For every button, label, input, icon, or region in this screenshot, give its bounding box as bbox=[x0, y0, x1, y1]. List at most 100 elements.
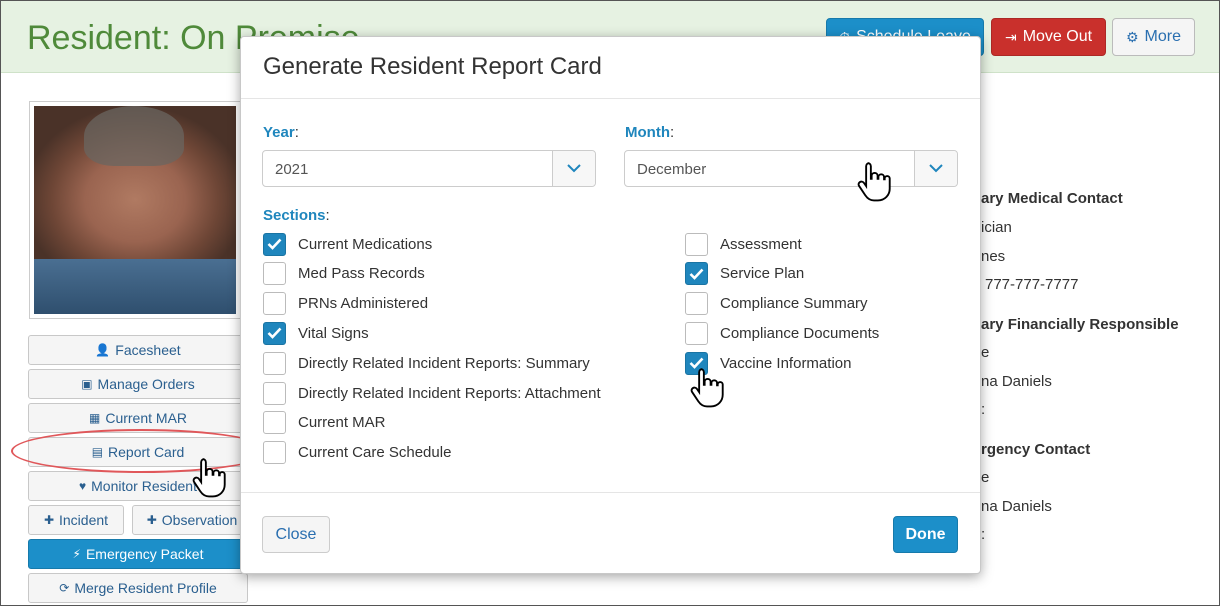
section-checkbox[interactable] bbox=[685, 321, 708, 345]
incident-button[interactable]: ✚ Incident bbox=[28, 505, 124, 535]
more-button[interactable]: ⚙ More bbox=[1112, 18, 1195, 56]
section-checkbox-label: Current MAR bbox=[298, 414, 386, 432]
hand-pointer-icon bbox=[857, 162, 891, 202]
current-mar-label: Current MAR bbox=[105, 410, 188, 426]
section-checkbox[interactable] bbox=[685, 232, 708, 256]
section-checkbox[interactable] bbox=[263, 232, 286, 256]
section-checkbox-label: Vital Signs bbox=[298, 324, 369, 342]
plus-icon: ✚ bbox=[146, 513, 157, 527]
section-checkbox-row[interactable]: Assessment bbox=[685, 231, 802, 257]
section-checkbox-label: Compliance Summary bbox=[720, 295, 868, 313]
hand-pointer-icon bbox=[192, 458, 226, 498]
section-checkbox-row[interactable]: Vital Signs bbox=[263, 320, 369, 346]
modal-footer: Close Done bbox=[241, 492, 980, 574]
sign-out-icon: ⇥ bbox=[1004, 29, 1017, 45]
report-card-highlight-oval bbox=[11, 429, 271, 473]
section-checkbox-row[interactable]: Service Plan bbox=[685, 261, 804, 287]
emergency-packet-button[interactable]: ⚡ Emergency Packet bbox=[28, 539, 248, 569]
resident-photo bbox=[29, 101, 241, 319]
section-checkbox-label: Med Pass Records bbox=[298, 265, 425, 283]
section-checkbox-row[interactable]: Compliance Documents bbox=[685, 320, 879, 346]
section-checkbox-row[interactable]: PRNs Administered bbox=[263, 291, 428, 317]
section-checkbox[interactable] bbox=[263, 351, 286, 375]
check-icon bbox=[267, 238, 282, 250]
observation-label: Observation bbox=[161, 512, 238, 528]
section-checkbox[interactable] bbox=[685, 292, 708, 316]
section-checkbox-label: Compliance Documents bbox=[720, 324, 880, 342]
section-checkbox-label: Vaccine Information bbox=[720, 354, 852, 372]
month-select[interactable]: December bbox=[624, 150, 958, 187]
primary-financially-responsible-heading: ary Financially Responsible bbox=[981, 316, 1179, 333]
section-checkbox-label: Directly Related Incident Reports: Attac… bbox=[298, 384, 601, 402]
calendar-icon: ▦ bbox=[88, 411, 101, 425]
primary-medical-contact-heading: ary Medical Contact bbox=[981, 190, 1123, 207]
gear-icon: ⚙ bbox=[1125, 29, 1139, 45]
check-icon bbox=[689, 268, 704, 280]
more-label: More bbox=[1144, 28, 1181, 45]
observation-button[interactable]: ✚ Observation bbox=[132, 505, 252, 535]
sections-label: Sections: bbox=[263, 207, 330, 224]
done-button[interactable]: Done bbox=[893, 516, 958, 553]
financial-name: na Daniels bbox=[981, 373, 1052, 390]
section-checkbox-label: PRNs Administered bbox=[298, 295, 429, 313]
monitor-resident-label: Monitor Resident bbox=[91, 478, 197, 494]
section-checkbox-row[interactable]: Directly Related Incident Reports: Summa… bbox=[263, 350, 590, 376]
merge-resident-profile-label: Merge Resident Profile bbox=[74, 580, 217, 596]
year-select[interactable]: 2021 bbox=[262, 150, 596, 187]
section-checkbox[interactable] bbox=[263, 381, 286, 405]
section-checkbox-label: Service Plan bbox=[720, 265, 805, 283]
merge-resident-profile-button[interactable]: ⟳ Merge Resident Profile bbox=[28, 573, 248, 603]
move-out-label: Move Out bbox=[1022, 28, 1093, 45]
section-checkbox-label: Current Medications bbox=[298, 235, 433, 253]
manage-orders-label: Manage Orders bbox=[97, 376, 195, 392]
report-card-modal: Generate Resident Report Card Year: 2021… bbox=[240, 36, 981, 574]
month-select-value: December bbox=[637, 161, 707, 178]
emergency-contact-heading: rgency Contact bbox=[981, 441, 1091, 458]
financial-extra: : bbox=[981, 401, 986, 418]
section-checkbox-label: Directly Related Incident Reports: Summa… bbox=[298, 354, 590, 372]
contact-name: nes bbox=[981, 248, 1006, 265]
section-checkbox-row[interactable]: Compliance Summary bbox=[685, 291, 868, 317]
bolt-icon: ⚡ bbox=[72, 547, 81, 561]
user-icon: 👤 bbox=[95, 343, 111, 357]
section-checkbox-row[interactable]: Current Care Schedule bbox=[263, 440, 451, 466]
section-checkbox[interactable] bbox=[263, 262, 286, 286]
close-button[interactable]: Close bbox=[262, 516, 330, 553]
chevron-down-icon[interactable] bbox=[914, 151, 957, 186]
hand-pointer-icon bbox=[690, 368, 724, 408]
section-checkbox-row[interactable]: Med Pass Records bbox=[263, 261, 425, 287]
emergency-relation: e bbox=[981, 469, 990, 486]
plus-icon: ✚ bbox=[43, 513, 54, 527]
emergency-name: na Daniels bbox=[981, 498, 1052, 515]
section-checkbox-row[interactable]: Current Medications bbox=[263, 231, 432, 257]
facesheet-label: Facesheet bbox=[115, 342, 181, 358]
resident-portrait-image bbox=[34, 106, 236, 314]
section-checkbox-row[interactable]: Directly Related Incident Reports: Attac… bbox=[263, 380, 601, 406]
emergency-packet-label: Emergency Packet bbox=[85, 546, 204, 562]
medkit-icon: ▣ bbox=[81, 377, 93, 391]
section-checkbox-row[interactable]: Current MAR bbox=[263, 410, 386, 436]
contact-phone: 777-777-7777 bbox=[985, 276, 1079, 293]
chevron-down-icon[interactable] bbox=[552, 151, 595, 186]
physician-label: ician bbox=[981, 219, 1012, 236]
section-checkbox[interactable] bbox=[263, 321, 286, 345]
emergency-extra: : bbox=[981, 526, 986, 543]
check-icon bbox=[267, 327, 282, 340]
refresh-icon: ⟳ bbox=[59, 581, 70, 595]
financial-relation: e bbox=[981, 344, 990, 361]
year-select-value: 2021 bbox=[275, 161, 309, 178]
section-checkbox[interactable] bbox=[685, 262, 708, 286]
facesheet-button[interactable]: 👤 Facesheet bbox=[28, 335, 248, 365]
manage-orders-button[interactable]: ▣ Manage Orders bbox=[28, 369, 248, 399]
modal-header: Generate Resident Report Card bbox=[241, 37, 980, 99]
section-checkbox[interactable] bbox=[263, 441, 286, 465]
move-out-button[interactable]: ⇥ Move Out bbox=[991, 18, 1106, 56]
section-checkbox[interactable] bbox=[263, 292, 286, 316]
section-checkbox-label: Current Care Schedule bbox=[298, 444, 452, 462]
heartbeat-icon: ♥ bbox=[79, 479, 87, 493]
incident-label: Incident bbox=[59, 512, 109, 528]
section-checkbox-label: Assessment bbox=[720, 235, 802, 253]
modal-title: Generate Resident Report Card bbox=[263, 53, 602, 80]
month-label: Month: bbox=[625, 124, 675, 141]
section-checkbox[interactable] bbox=[263, 411, 286, 435]
